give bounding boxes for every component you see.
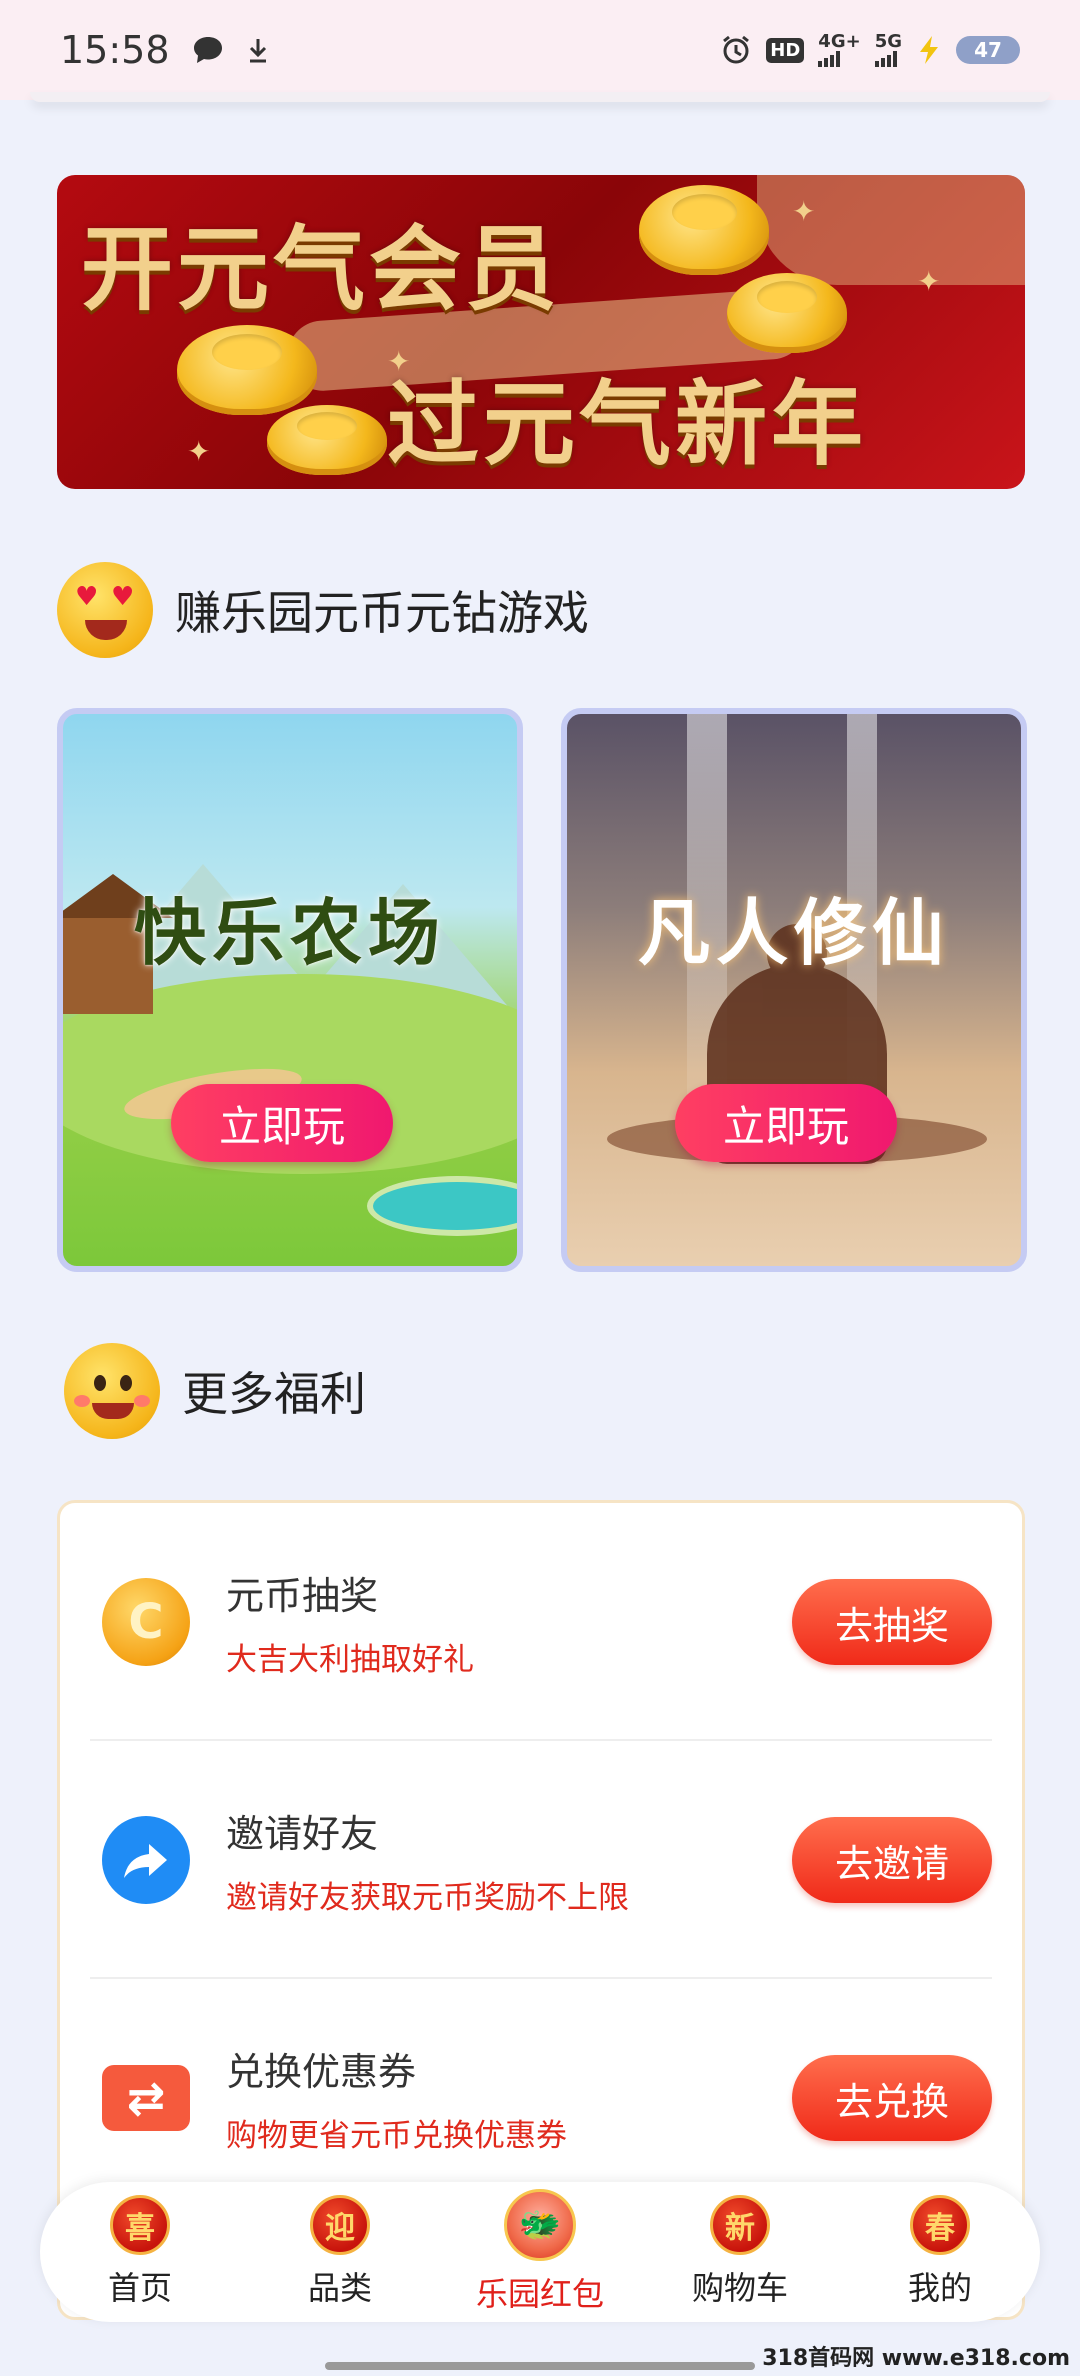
benefit-subtitle: 邀请好友获取元币奖励不上限 — [226, 1880, 629, 1916]
watermark: 318首码网 www.e318.com — [762, 2346, 1070, 2371]
share-icon — [102, 1816, 190, 1904]
nav-item-cart[interactable]: 新 购物车 — [650, 2195, 830, 2309]
home-indicator[interactable] — [325, 2362, 755, 2370]
nav-label: 我的 — [907, 2269, 972, 2307]
banner-headline-1: 开元气会员 — [81, 215, 562, 323]
status-time: 15:58 — [60, 28, 170, 72]
benefit-row-invite[interactable]: 邀请好友 邀请好友获取元币奖励不上限 去邀请 — [90, 1741, 992, 1979]
heart-eyes-emoji-icon: ♥ ♥ — [57, 562, 153, 658]
smiling-emoji-icon — [64, 1343, 160, 1439]
game-card-mortal-cultivation[interactable]: 凡人修仙 立即玩 — [561, 708, 1027, 1272]
gold-ingot-icon — [639, 185, 769, 275]
go-exchange-button[interactable]: 去兑换 — [792, 2055, 992, 2141]
sparkle-icon: ✦ — [187, 435, 211, 468]
banner-headline-2: 过元气新年 — [387, 370, 868, 478]
alarm-icon — [720, 34, 752, 66]
profile-festive-icon: 春 — [910, 2195, 970, 2255]
ticket-icon: ⇄ — [102, 2065, 190, 2131]
status-bar: 15:58 HD 4G+ 5G 47 — [0, 0, 1080, 100]
network-4g-label: 4G+ — [818, 31, 861, 52]
games-section-title: 赚乐园元币元钻游戏 — [175, 586, 589, 640]
gold-ingot-icon — [267, 405, 387, 475]
signal-bars-icon — [818, 51, 841, 67]
nav-item-red-packet[interactable]: 🐲 乐园红包 — [450, 2189, 630, 2315]
promo-banner[interactable]: ✦ ✦ ✦ ✦ 开元气会员 过元气新年 — [57, 175, 1025, 489]
benefit-title: 邀请好友 — [226, 1812, 379, 1856]
category-festive-icon: 迎 — [310, 2195, 370, 2255]
benefits-section-title: 更多福利 — [182, 1367, 366, 1421]
pond-decoration — [367, 1176, 517, 1236]
signal-bars-icon — [874, 51, 897, 67]
benefit-subtitle: 购物更省元币兑换优惠券 — [226, 2118, 567, 2154]
cart-festive-icon: 新 — [710, 2195, 770, 2255]
nav-item-category[interactable]: 迎 品类 — [250, 2195, 430, 2309]
hd-badge: HD — [766, 37, 805, 63]
benefit-row-lottery[interactable]: C 元币抽奖 大吉大利抽取好礼 去抽奖 — [90, 1503, 992, 1741]
download-icon — [246, 35, 270, 65]
nav-item-home[interactable]: 喜 首页 — [50, 2195, 230, 2309]
game-title: 快乐农场 — [133, 891, 446, 975]
coin-icon: C — [102, 1578, 190, 1666]
banner-decoration — [757, 175, 1025, 285]
game-card-happy-farm[interactable]: 快乐农场 立即玩 — [57, 708, 523, 1272]
gold-ingot-icon — [177, 325, 317, 415]
gold-ingot-icon — [727, 273, 847, 353]
charging-icon — [916, 34, 942, 66]
game-title: 凡人修仙 — [637, 891, 950, 975]
nav-label: 品类 — [307, 2269, 372, 2307]
benefit-subtitle: 大吉大利抽取好礼 — [226, 1642, 474, 1678]
play-now-button[interactable]: 立即玩 — [171, 1084, 393, 1162]
bottom-navigation: 喜 首页 迎 品类 🐲 乐园红包 新 购物车 春 我的 — [40, 2182, 1040, 2322]
benefits-section-header: 更多福利 — [64, 1343, 366, 1439]
message-icon — [192, 35, 224, 65]
sparkle-icon: ✦ — [792, 195, 816, 228]
dragon-mascot-icon: 🐲 — [504, 2189, 576, 2261]
network-4g-indicator: 4G+ — [818, 31, 861, 67]
header-shadow — [30, 92, 1050, 102]
sparkle-icon: ✦ — [917, 265, 941, 298]
benefit-title: 兑换优惠券 — [226, 2050, 417, 2094]
benefit-title: 元币抽奖 — [226, 1574, 379, 1618]
network-5g-label: 5G — [874, 31, 902, 52]
battery-indicator: 47 — [956, 36, 1020, 64]
go-invite-button[interactable]: 去邀请 — [792, 1817, 992, 1903]
play-now-button[interactable]: 立即玩 — [675, 1084, 897, 1162]
network-5g-indicator: 5G — [874, 31, 902, 67]
nav-label: 首页 — [107, 2269, 172, 2307]
games-section-header: ♥ ♥ 赚乐园元币元钻游戏 — [57, 562, 589, 658]
nav-label: 乐园红包 — [475, 2275, 604, 2313]
go-lottery-button[interactable]: 去抽奖 — [792, 1579, 992, 1665]
nav-label: 购物车 — [691, 2269, 788, 2307]
nav-item-profile[interactable]: 春 我的 — [850, 2195, 1030, 2309]
home-festive-icon: 喜 — [110, 2195, 170, 2255]
